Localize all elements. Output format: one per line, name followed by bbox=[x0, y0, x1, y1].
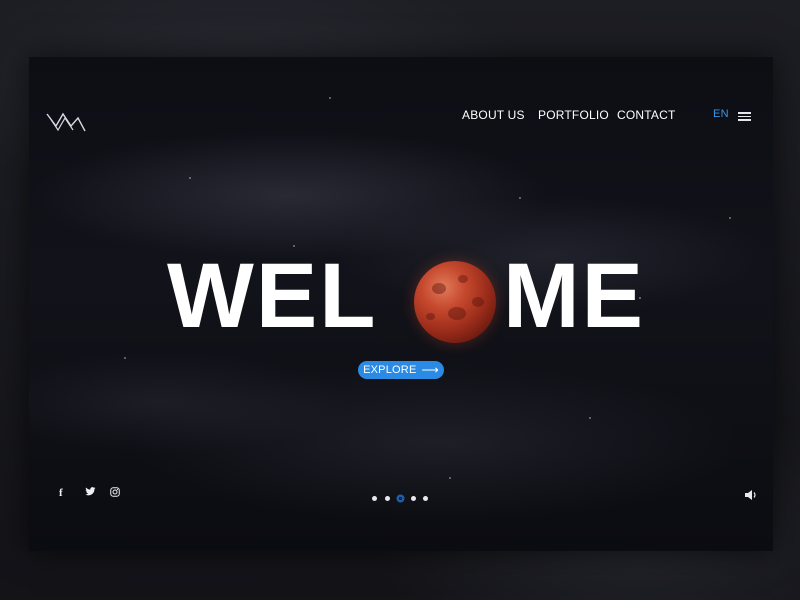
slide-dot-active[interactable] bbox=[398, 496, 403, 501]
explore-label: EXPLORE bbox=[363, 364, 417, 376]
slide-dot[interactable] bbox=[423, 496, 428, 501]
slide-dot[interactable] bbox=[385, 496, 390, 501]
arrow-right-icon: ⟶ bbox=[421, 363, 439, 377]
red-moon-icon bbox=[414, 261, 496, 343]
slide-pagination bbox=[372, 493, 432, 505]
welcome-headline: WEL ME bbox=[29, 250, 773, 342]
speaker-icon[interactable] bbox=[744, 489, 758, 501]
star bbox=[124, 357, 126, 359]
hero-frame: ABOUT US PORTFOLIO CONTACT EN WEL ME EXP… bbox=[29, 57, 773, 551]
nav-portfolio[interactable]: PORTFOLIO bbox=[538, 108, 609, 122]
star bbox=[329, 97, 331, 99]
star bbox=[729, 217, 731, 219]
instagram-icon[interactable] bbox=[110, 487, 120, 497]
slide-dot[interactable] bbox=[411, 496, 416, 501]
star bbox=[519, 197, 521, 199]
hamburger-menu-icon[interactable] bbox=[738, 112, 751, 121]
headline-left: WEL bbox=[167, 245, 378, 347]
headline-right: ME bbox=[503, 245, 645, 347]
wave-logo-icon[interactable] bbox=[46, 109, 86, 135]
nav-about-us[interactable]: ABOUT US bbox=[462, 108, 525, 122]
explore-button[interactable]: EXPLORE ⟶ bbox=[358, 361, 444, 379]
facebook-icon[interactable]: f bbox=[59, 487, 63, 499]
slide-dot[interactable] bbox=[372, 496, 377, 501]
language-selector[interactable]: EN bbox=[713, 108, 729, 120]
star bbox=[449, 477, 451, 479]
twitter-icon[interactable] bbox=[85, 487, 96, 496]
star bbox=[589, 417, 591, 419]
nav-contact[interactable]: CONTACT bbox=[617, 108, 676, 122]
star bbox=[189, 177, 191, 179]
